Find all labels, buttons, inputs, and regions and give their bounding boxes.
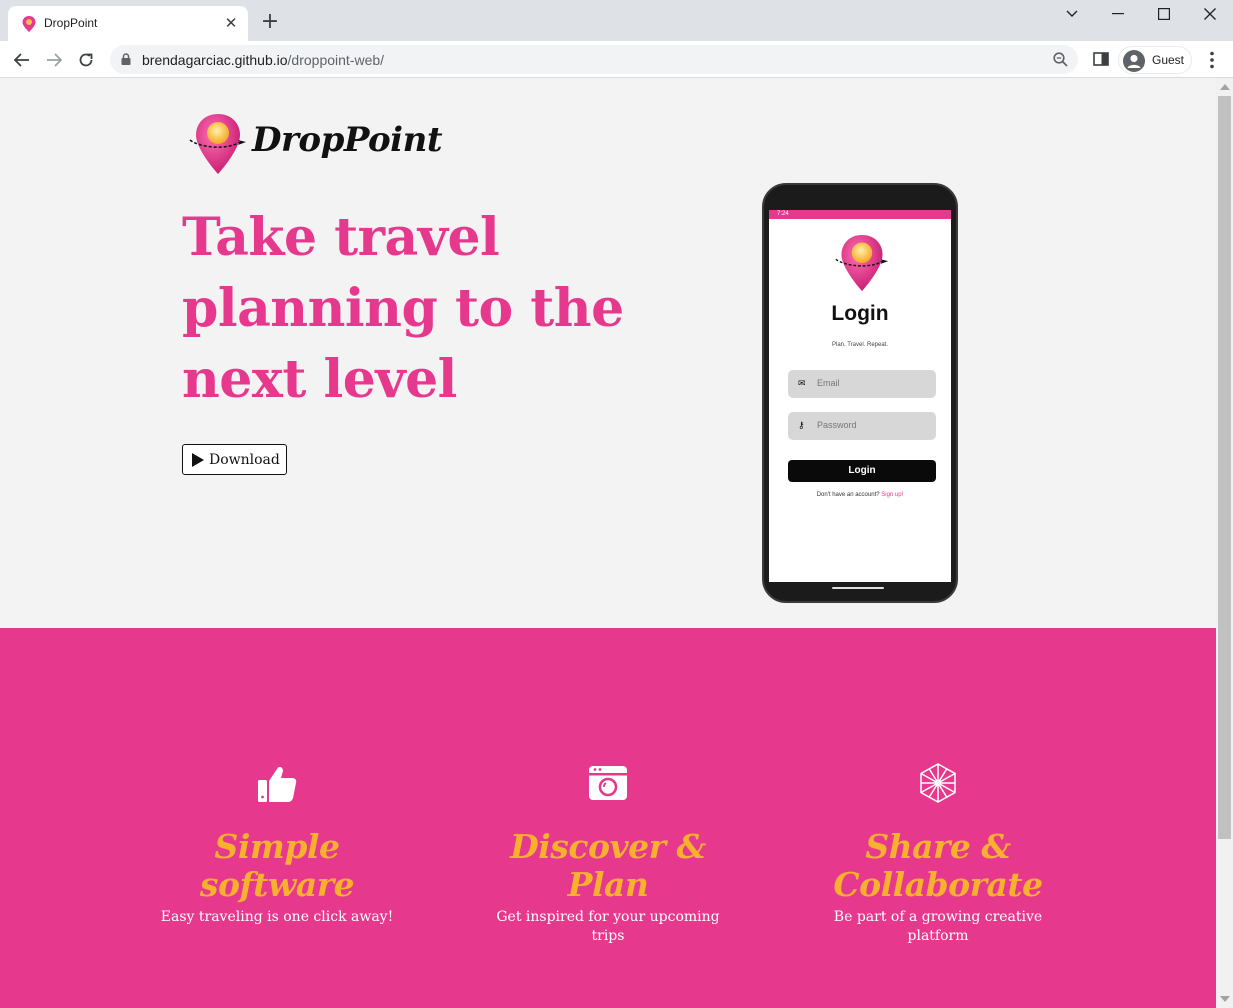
location-pin-plane-icon bbox=[189, 114, 246, 174]
page-scrollbar[interactable] bbox=[1216, 78, 1233, 1008]
feature-discover-plan: Discover & Plan Get inspired for your up… bbox=[487, 762, 729, 946]
thumbs-up-icon bbox=[258, 766, 297, 802]
app-logo-icon bbox=[835, 235, 889, 291]
minimize-button[interactable] bbox=[1095, 0, 1141, 28]
feature-simple-software: Simple software Easy traveling is one cl… bbox=[157, 762, 397, 927]
hero-section: DropPoint Take travel planning to the ne… bbox=[0, 78, 1216, 628]
browser-menu-icon[interactable] bbox=[1203, 50, 1221, 70]
features-section: Simple software Easy traveling is one cl… bbox=[0, 628, 1216, 1008]
feature-description: Easy traveling is one click away! bbox=[160, 909, 394, 925]
camera-icon bbox=[589, 766, 627, 800]
download-label: Download bbox=[209, 451, 280, 468]
page-viewport: DropPoint Take travel planning to the ne… bbox=[0, 78, 1216, 1008]
feature-description: Be part of a growing creative platform bbox=[833, 909, 1043, 944]
download-button[interactable]: Download bbox=[182, 444, 287, 475]
mail-icon: ✉ bbox=[798, 379, 806, 389]
browser-tab[interactable]: DropPoint ✕ bbox=[8, 6, 248, 41]
phone-password-field: ⚷ Password bbox=[788, 412, 936, 440]
reload-button[interactable] bbox=[73, 47, 99, 73]
tab-search-icon[interactable] bbox=[1049, 0, 1095, 28]
phone-mockup: 7:24 Login Plan. Travel. Repeat. ✉ Email… bbox=[762, 183, 958, 603]
site-logo[interactable]: DropPoint bbox=[188, 112, 443, 176]
phone-home-indicator bbox=[832, 587, 884, 589]
phone-screen: 7:24 Login Plan. Travel. Repeat. ✉ Email… bbox=[769, 210, 951, 582]
feature-title: Discover & Plan bbox=[510, 827, 706, 904]
phone-login-title: Login bbox=[831, 302, 889, 325]
polyhedron-icon bbox=[920, 763, 956, 803]
logo-wordmark: DropPoint bbox=[252, 120, 443, 160]
phone-login-button: Login bbox=[788, 460, 936, 482]
feature-title: Simple software bbox=[199, 827, 355, 904]
phone-status-bar: 7:24 bbox=[769, 210, 951, 219]
droppoint-favicon-icon bbox=[22, 16, 36, 32]
hero-headline: Take travel planning to the next level bbox=[182, 207, 624, 410]
avatar-icon bbox=[1123, 50, 1145, 72]
profile-button[interactable]: Guest bbox=[1118, 46, 1192, 74]
google-play-icon bbox=[192, 452, 204, 467]
forward-button[interactable] bbox=[41, 47, 67, 73]
scroll-up-arrow-icon[interactable] bbox=[1220, 84, 1230, 90]
tab-title: DropPoint bbox=[44, 16, 98, 30]
back-button[interactable] bbox=[9, 47, 35, 73]
browser-tab-strip: DropPoint ✕ + bbox=[0, 0, 1233, 41]
side-panel-icon[interactable] bbox=[1093, 52, 1109, 66]
key-icon: ⚷ bbox=[798, 421, 805, 431]
feature-share-collaborate: Share & Collaborate Be part of a growing… bbox=[818, 762, 1058, 946]
close-window-button[interactable] bbox=[1187, 0, 1233, 28]
url-text: brendagarciac.github.io/droppoint-web/ bbox=[142, 52, 385, 68]
tab-close-icon[interactable]: ✕ bbox=[222, 14, 240, 32]
scrollbar-thumb[interactable] bbox=[1218, 96, 1231, 839]
browser-toolbar: brendagarciac.github.io/droppoint-web/ G… bbox=[0, 41, 1233, 78]
maximize-button[interactable] bbox=[1141, 0, 1187, 28]
scroll-down-arrow-icon[interactable] bbox=[1220, 996, 1230, 1002]
profile-label: Guest bbox=[1152, 53, 1185, 67]
zoom-icon[interactable] bbox=[1053, 52, 1068, 67]
feature-description: Get inspired for your upcoming trips bbox=[496, 909, 720, 944]
phone-signup-text: Don't have an account? Sign up! bbox=[816, 492, 904, 498]
phone-email-field: ✉ Email bbox=[788, 370, 936, 398]
phone-tagline: Plan. Travel. Repeat. bbox=[831, 342, 889, 348]
new-tab-button[interactable]: + bbox=[258, 11, 282, 35]
lock-icon bbox=[121, 53, 131, 65]
feature-title: Share & Collaborate bbox=[833, 827, 1043, 904]
address-bar[interactable]: brendagarciac.github.io/droppoint-web/ bbox=[110, 45, 1078, 74]
